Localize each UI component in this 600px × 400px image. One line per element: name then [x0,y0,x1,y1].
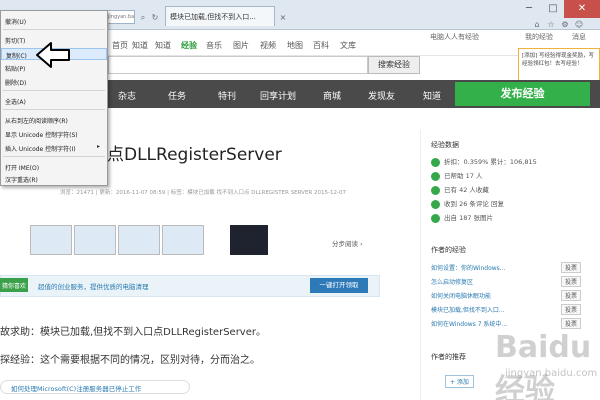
vote-button[interactable]: 投票 [561,262,582,273]
stat-icon [431,185,440,195]
submenu-arrow-icon: ▸ [97,143,101,150]
close-window-button[interactable]: ✕ [564,0,600,18]
category-item-2[interactable]: 任务 [168,89,186,102]
stat-icon [431,199,440,209]
related-link[interactable]: 怎么启动修复区 [431,277,473,286]
stat-text: 已有 42 人收藏 [444,186,489,194]
stat-row: 收到 26 条评论 回复 [431,198,504,209]
category-item-5[interactable]: 商城 [323,89,341,102]
thumbnail[interactable] [162,225,204,255]
menu-item-reconvert[interactable]: 汉字重选(R) [1,173,107,185]
baidu-watermark: Baidu经验 [495,330,592,400]
user-name[interactable]: 电脑人人有经验 [430,32,479,42]
home-icon[interactable]: ⌂ [532,20,542,30]
vote-button[interactable]: 投票 [561,276,582,287]
menu-separator [3,90,105,91]
nav-link-jingyan[interactable]: 经验 [181,40,197,51]
related-link[interactable]: 如何设置：你的Windows... [431,263,506,272]
stat-row: 已帮助 17 人 [431,170,482,181]
menu-separator [3,156,105,157]
stats-title: 经验数据 [431,141,459,149]
nav-link-2[interactable]: 知道 [132,40,148,51]
step-read-link[interactable]: 分步阅读 › [332,238,363,248]
settings-icon[interactable]: ⚙ [560,20,570,30]
stat-row: 已有 42 人收藏 [431,184,489,195]
address-bar[interactable]: jingyan.baidu.com/article/ [105,10,135,24]
maximize-button[interactable]: □ [542,0,564,18]
category-item-6[interactable]: 发现友 [368,89,395,102]
nav-link-map[interactable]: 地图 [287,40,303,51]
related-link[interactable]: 如何关闭电脑休眠功能 [431,291,491,300]
refresh-icon[interactable]: ↻ [150,13,160,23]
stat-text: 出自 187 张图片 [444,214,494,222]
menu-separator [3,109,105,110]
ad-badge: 猜你喜欢 [0,278,28,292]
thumbnail[interactable] [230,225,268,255]
recommend-title: 作者的推荐 [431,353,466,361]
stat-icon [431,157,440,167]
menu-item-undo[interactable]: 撤消(U) [1,15,107,27]
thumbnail[interactable] [118,225,160,255]
menu-item-delete[interactable]: 删除(D) [1,76,107,88]
article-para-1: 故求助：模块已加载,但找不到入口点DLLRegisterServer。 [0,327,266,338]
category-item-3[interactable]: 特刊 [218,89,236,102]
smile-icon[interactable]: ☺ [574,20,584,30]
ad-button[interactable]: 一键打开领取 [310,278,368,293]
related-link[interactable]: 如何在Windows 7 系统中... [431,319,507,328]
article-meta: 浏览：21471 | 更新：2016-11-07 08:59 | 标签：模块已加… [60,190,346,196]
close-tab-icon[interactable]: × [278,13,288,23]
my-jingyan-link[interactable]: 我的经验 [525,32,553,42]
nav-link-image[interactable]: 图片 [233,40,249,51]
star-icon[interactable]: ☆ [546,20,556,30]
nav-link-baike[interactable]: 百科 [313,40,329,51]
left-arrow-icon [36,42,70,68]
vote-button[interactable]: 投票 [561,304,582,315]
vote-button[interactable]: 投票 [561,318,582,329]
menu-item-rtl[interactable]: 从右到左的阅读顺序(R) [1,114,107,126]
related-title: 作者的经验 [431,246,466,254]
search-button[interactable]: 搜索经验 [368,56,420,74]
nav-link-3[interactable]: 知道 [155,40,171,51]
context-menu: 撤消(U) 剪切(T) 复制(C) 粘贴(P) 删除(D) 全选(A) 从右到左… [0,10,108,186]
ad-text[interactable]: 超值的创业服务，提供优质的电脑清理 [38,281,149,291]
nav-link-wenku[interactable]: 文库 [340,40,356,51]
minimize-button[interactable]: ─ [518,0,540,18]
article-para-2: 探经验：这个需要根据不同的情况，区别对待，分而治之。 [0,355,260,366]
stat-row: 折扣：0.359% 累计：106,815 [431,156,537,167]
category-item-7[interactable]: 知道 [423,89,441,102]
menu-item-insert-unicode[interactable]: 插入 Unicode 控制字符(I) [1,142,107,154]
stat-text: 已帮助 17 人 [444,172,483,180]
search-icon[interactable]: ⌕ [138,13,148,23]
inbox-link[interactable]: 消息 [572,32,586,42]
thumbnail[interactable] [30,225,72,255]
menu-separator [3,29,105,30]
menu-item-select-all[interactable]: 全选(A) [1,95,107,107]
menu-item-ime[interactable]: 打开 IME(O) [1,161,107,173]
stat-text: 收到 26 条评论 回复 [444,200,504,208]
related-link[interactable]: 模块已加载,但找不到入口... [431,305,505,314]
vote-button[interactable]: 投票 [561,290,582,301]
nav-link-home[interactable]: 首页 [112,40,128,51]
post-experience-button[interactable]: 发布经验 [455,82,590,106]
category-item-4[interactable]: 回享计划 [260,89,296,102]
nav-link-music[interactable]: 音乐 [206,40,222,51]
stat-icon [431,213,440,223]
add-button[interactable]: + 添加 [445,375,474,388]
search-input[interactable] [108,56,368,74]
thumbnail[interactable] [74,225,116,255]
stat-text: 折扣：0.359% 累计：106,815 [444,158,537,166]
nav-link-video[interactable]: 视频 [260,40,276,51]
menu-item-show-unicode[interactable]: 显示 Unicode 控制字符(S) [1,128,107,140]
related-tag[interactable]: 如何处理Microsoft(C)注册服务器已停止工作 [0,380,190,394]
step-thumbnails [30,225,280,255]
stat-row: 出自 187 张图片 [431,212,493,223]
baidu-watermark-url: jingyan.baidu.com [505,368,598,379]
browser-tab[interactable]: 模块已加载,但找不到入口... [165,6,275,26]
stat-icon [431,171,440,181]
category-item-1[interactable]: 杂志 [118,89,136,102]
